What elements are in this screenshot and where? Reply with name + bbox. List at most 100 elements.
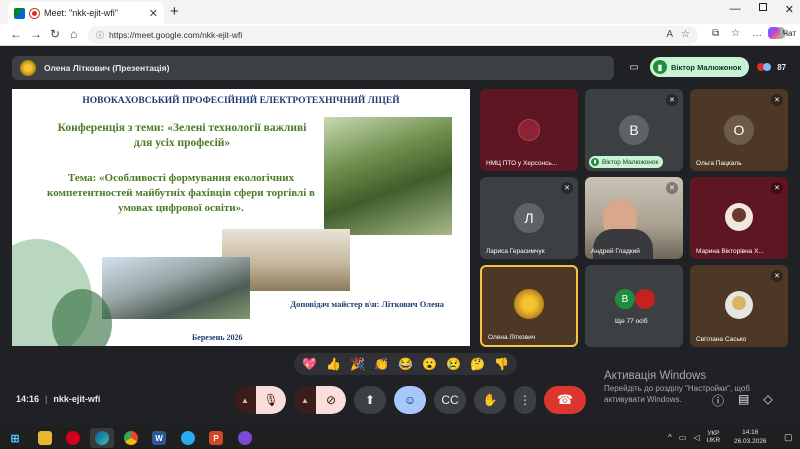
read-aloud-icon[interactable]: A — [666, 29, 673, 40]
more-options-button[interactable]: ⋮ — [514, 386, 536, 414]
windows-taskbar: ⊞ W P ^ ▭ ◁ УКР UKR 14:16 26.03.2026 ▢ — [0, 427, 800, 449]
present-screen-button[interactable]: ⬆ — [354, 386, 386, 414]
opera-icon[interactable] — [66, 431, 80, 445]
chat-label: Чат — [782, 28, 796, 38]
participant-name: Марина Вікторівна Х... — [696, 248, 764, 255]
activities-icon[interactable]: ◇ — [763, 392, 772, 409]
viber-icon[interactable] — [238, 431, 252, 445]
reaction-sad[interactable]: 😢 — [446, 357, 461, 371]
edge-icon[interactable] — [95, 431, 109, 445]
taskbar-clock[interactable]: 14:16 26.03.2026 — [734, 429, 767, 447]
url-bar[interactable]: ⓘ https://meet.google.com/nkk-ejit-wfi A… — [88, 26, 698, 44]
more-participants-tile[interactable]: В Ще 77 осіб — [585, 265, 683, 347]
active-speaker-pill[interactable]: ▮ Віктор Малюжонок — [650, 57, 750, 77]
participant-tile[interactable]: ✕ Марина Вікторівна Х... — [690, 177, 788, 259]
maximize-icon[interactable] — [758, 3, 767, 11]
powerpoint-icon[interactable]: P — [209, 431, 223, 445]
reaction-laugh[interactable]: 😂 — [398, 357, 413, 371]
activation-title: Активація Windows — [604, 370, 707, 382]
refresh-icon[interactable]: ↻ — [50, 27, 60, 41]
network-icon[interactable]: ▭ — [679, 433, 687, 442]
participant-tile[interactable]: ✕ Світлана Сасько — [690, 265, 788, 347]
reaction-thinking[interactable]: 🤔 — [470, 357, 485, 371]
leave-call-button[interactable]: ☎ — [544, 386, 586, 414]
avatar: О — [724, 115, 754, 145]
system-tray: ^ ▭ ◁ УКР UKR — [668, 430, 720, 444]
slide-header: НОВОКАХОВСЬКИЙ ПРОФЕСІЙНИЙ ЕЛЕКТРОТЕХНІЧ… — [82, 96, 400, 106]
home-icon[interactable]: ⌂ — [70, 27, 77, 41]
participant-tile[interactable]: ✕ Л Лариса Герасимчук — [480, 177, 578, 259]
layout-icon[interactable]: ▭ — [626, 59, 642, 75]
tray-chevron-icon[interactable]: ^ — [668, 433, 672, 442]
close-icon[interactable]: ✕ — [785, 3, 794, 16]
slide-reporter: Доповідач майстер в\н: Літкович Олена — [290, 299, 444, 309]
notifications-icon[interactable]: ▢ — [784, 432, 793, 443]
copilot-chat-button[interactable]: Чат — [767, 27, 796, 39]
split-screen-icon[interactable]: ⧉ — [712, 28, 719, 39]
start-menu-icon[interactable]: ⊞ — [8, 431, 22, 445]
greenhouse-store-image — [324, 117, 452, 235]
participant-name: Світлана Сасько — [696, 336, 747, 343]
mic-off-icon: ✕ — [666, 182, 678, 194]
reaction-thumbs-up[interactable]: 👍 — [326, 357, 341, 371]
mic-off-icon: ✕ — [771, 94, 783, 106]
mic-off-button[interactable]: 🎙 — [256, 386, 286, 414]
telegram-icon[interactable] — [181, 431, 195, 445]
participant-name: Олена Літкович — [488, 334, 536, 341]
clock-time: 14:16 — [742, 429, 759, 436]
favorite-icon[interactable]: ☆ — [681, 29, 690, 40]
meeting-details-icon[interactable]: ⓘ — [712, 392, 724, 409]
video-options-chevron-icon[interactable]: ▲ — [294, 386, 316, 414]
presenter-bar: Олена Літкович (Презентація) — [12, 56, 614, 80]
participant-tile[interactable]: ✕ В ▮ Віктор Малюжонок — [585, 89, 683, 171]
participants-button[interactable]: 87 — [757, 61, 786, 73]
avatar: В — [615, 289, 635, 309]
reaction-heart[interactable]: 💖 — [302, 357, 317, 371]
reaction-surprised[interactable]: 😮 — [422, 357, 437, 371]
favorites-icon[interactable]: ☆ — [731, 28, 740, 39]
mic-off-icon: ✕ — [771, 182, 783, 194]
participant-name: Віктор Малюжонок — [602, 158, 659, 166]
presenter-avatar — [20, 60, 36, 76]
camera-control-group: ▲ ⊘ — [294, 386, 346, 414]
reaction-party[interactable]: 🎉 — [350, 357, 365, 371]
chat-icon[interactable]: ▤ — [738, 392, 749, 409]
word-icon[interactable]: W — [152, 431, 166, 445]
site-info-icon[interactable]: ⓘ — [96, 30, 104, 41]
participant-tile[interactable]: НМЦ ПТО у Херсонсь... — [480, 89, 578, 171]
browser-tab-bar: Meet: "nkk-ejit-wfi" ✕ + — ✕ — [0, 0, 800, 24]
audio-options-chevron-icon[interactable]: ▲ — [234, 386, 256, 414]
file-explorer-icon[interactable] — [38, 431, 52, 445]
participant-tile-presenter[interactable]: Олена Літкович — [480, 265, 578, 347]
more-icon[interactable]: … — [752, 28, 762, 39]
browser-tab-meet[interactable]: Meet: "nkk-ejit-wfi" ✕ — [8, 2, 164, 24]
avatar: Л — [514, 203, 544, 233]
volume-icon[interactable]: ◁ — [693, 433, 699, 442]
language-bottom: UKR — [706, 437, 721, 445]
reaction-clap[interactable]: 👏 — [374, 357, 389, 371]
camera-off-button[interactable]: ⊘ — [316, 386, 346, 414]
reactions-button[interactable]: ☺ — [394, 386, 426, 414]
reaction-thumbs-down[interactable]: 👎 — [494, 357, 509, 371]
meeting-controls: ▲ 🎙 ▲ ⊘ ⬆ ☺ CC ✋ ⋮ ☎ — [234, 386, 586, 414]
recording-indicator-icon — [30, 8, 39, 18]
raise-hand-button[interactable]: ✋ — [474, 386, 506, 414]
reactions-bar: 💖 👍 🎉 👏 😂 😮 😢 🤔 👎 — [294, 353, 517, 375]
participant-name: Ще 77 осіб — [615, 318, 648, 325]
speaking-icon: ▮ — [591, 158, 599, 166]
chrome-icon[interactable] — [124, 431, 138, 445]
participant-tile[interactable]: ✕ О Ольга Пацкаль — [690, 89, 788, 171]
forward-icon[interactable]: → — [30, 27, 42, 41]
active-speaker-name: Віктор Малюжонок — [671, 62, 742, 72]
mic-off-icon: ✕ — [771, 270, 783, 282]
minimize-icon[interactable]: — — [730, 3, 741, 16]
participant-tile-video[interactable]: ✕ Андрей Гладкий — [585, 177, 683, 259]
captions-button[interactable]: CC — [434, 386, 466, 414]
language-indicator[interactable]: УКР UKR — [706, 430, 720, 444]
tab-close-icon[interactable]: ✕ — [149, 7, 158, 20]
avatar — [514, 289, 544, 319]
new-tab-button[interactable]: + — [170, 3, 179, 20]
avatar — [635, 289, 655, 309]
mic-control-group: ▲ 🎙 — [234, 386, 286, 414]
back-icon[interactable]: ← — [10, 27, 22, 41]
